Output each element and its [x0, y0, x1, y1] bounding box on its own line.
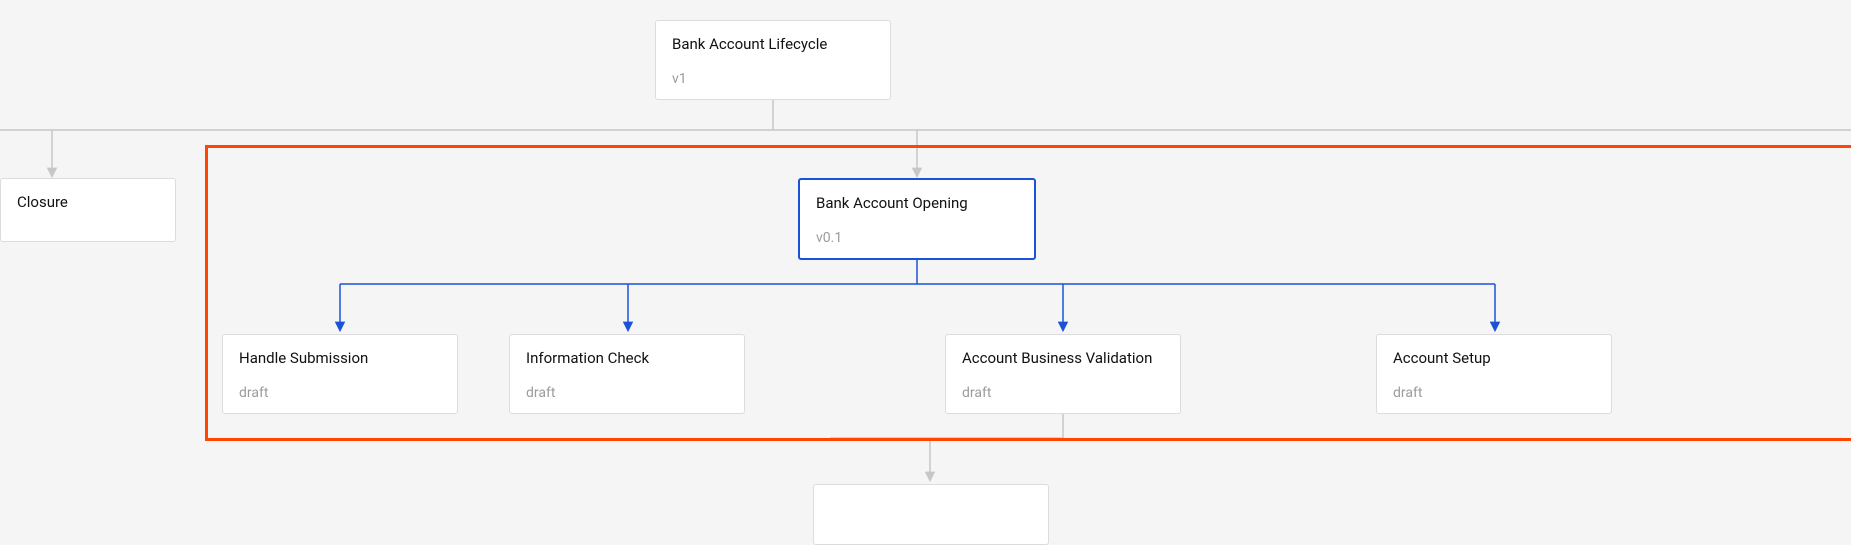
node-account-business-validation[interactable]: Account Business Validation draft	[945, 334, 1181, 414]
node-version: v1	[672, 71, 874, 87]
node-partial-bottom[interactable]	[813, 484, 1049, 545]
node-version: draft	[526, 385, 728, 401]
node-title: Closure	[17, 193, 159, 211]
node-bank-account-opening[interactable]: Bank Account Opening v0.1	[798, 178, 1036, 260]
node-bank-account-lifecycle[interactable]: Bank Account Lifecycle v1	[655, 20, 891, 100]
node-title: Bank Account Lifecycle	[672, 35, 874, 53]
node-title: Handle Submission	[239, 349, 441, 367]
node-version: v0.1	[816, 230, 1018, 246]
node-version: draft	[239, 385, 441, 401]
node-information-check[interactable]: Information Check draft	[509, 334, 745, 414]
node-version: draft	[962, 385, 1164, 401]
node-account-setup[interactable]: Account Setup draft	[1376, 334, 1612, 414]
node-handle-submission[interactable]: Handle Submission draft	[222, 334, 458, 414]
node-title: Account Business Validation	[962, 349, 1164, 367]
node-title: Bank Account Opening	[816, 194, 1018, 212]
node-title: Information Check	[526, 349, 728, 367]
node-closure[interactable]: Closure	[0, 178, 176, 242]
node-title: Account Setup	[1393, 349, 1595, 367]
connector-lines	[0, 0, 1851, 545]
node-version: draft	[1393, 385, 1595, 401]
